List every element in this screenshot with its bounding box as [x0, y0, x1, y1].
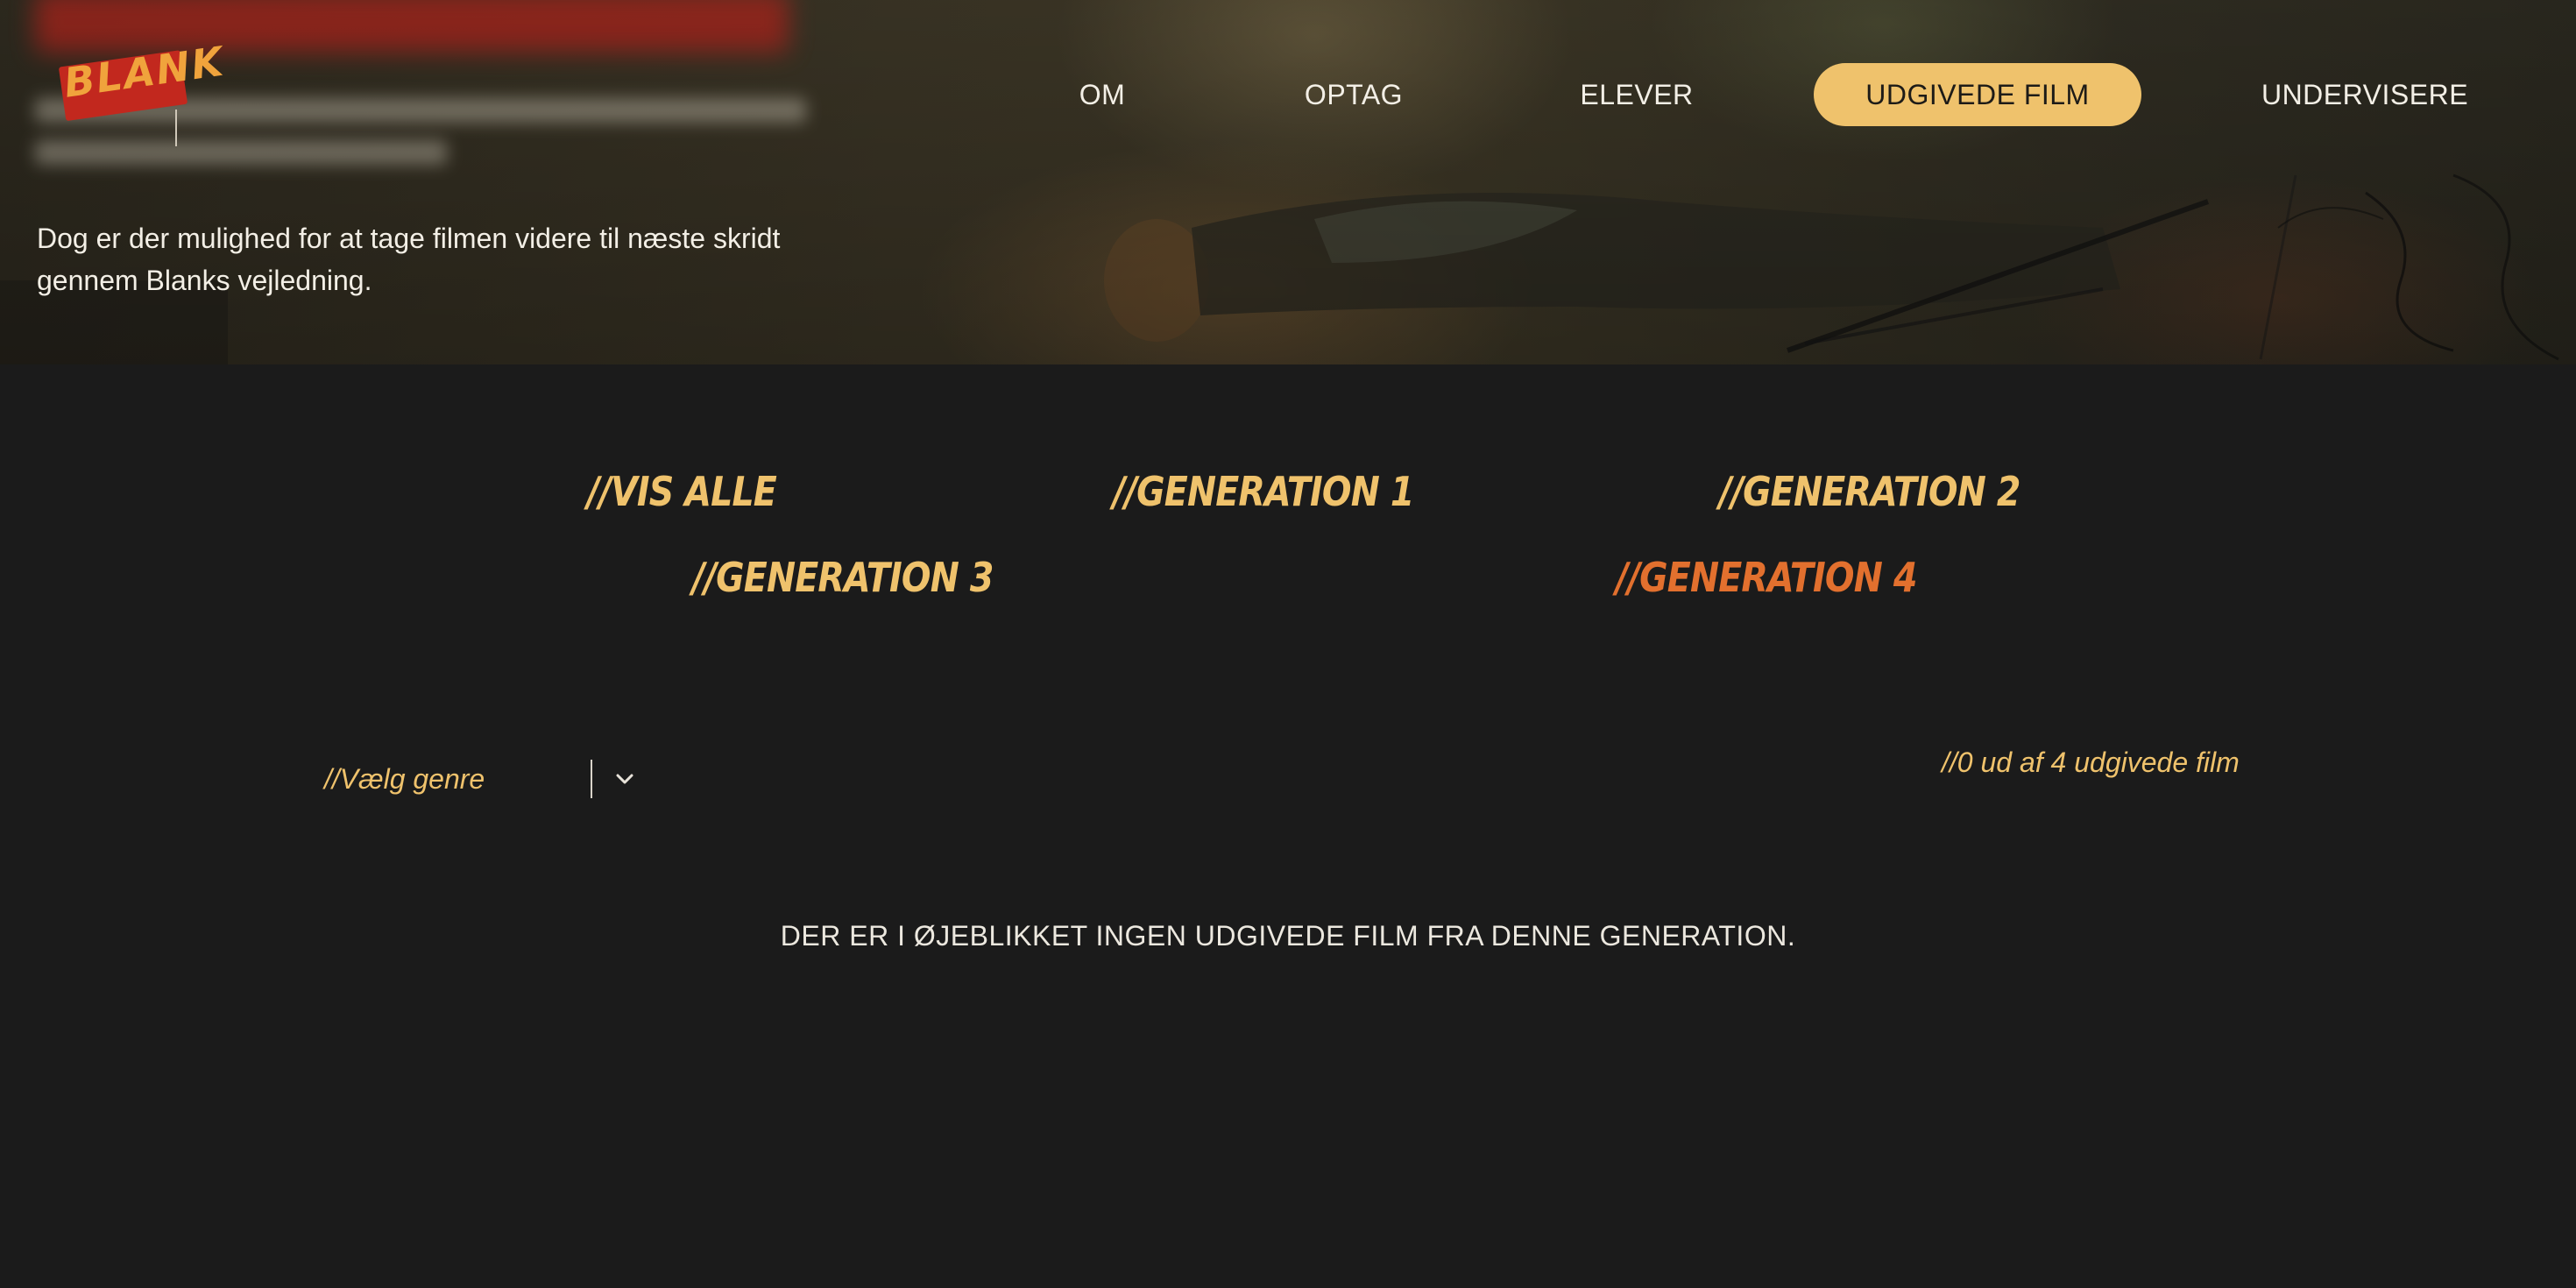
nav-item-om[interactable]: OM: [1051, 63, 1153, 126]
nav-item-undervisere[interactable]: UNDERVISERE: [2250, 63, 2480, 126]
nav-item-elever[interactable]: ELEVER: [1567, 63, 1707, 126]
hero-banner: Dog er der mulighed for at tage filmen v…: [0, 0, 2576, 364]
page: Dog er der mulighed for at tage filmen v…: [0, 0, 2576, 1288]
genre-select-label: //Vælg genre: [324, 762, 485, 795]
genre-select[interactable]: //Vælg genre: [324, 754, 640, 804]
nav-item-optag[interactable]: OPTAG: [1290, 63, 1418, 126]
gen-filter-generation-2[interactable]: //GENERATION 2: [1719, 468, 2020, 515]
blurred-headline: [35, 0, 789, 53]
gen-filter-vis-alle[interactable]: //VIS ALLE: [587, 468, 777, 515]
hero-background-image: [0, 173, 2559, 364]
film-count: //0 ud af 4 udgivede film: [1942, 747, 2240, 778]
gen-filter-generation-3[interactable]: //GENERATION 3: [692, 554, 994, 601]
gen-filter-generation-4[interactable]: //GENERATION 4: [1616, 554, 1917, 601]
main-nav: OM OPTAG ELEVER UDGIVEDE FILM UNDERVISER…: [0, 63, 2576, 126]
gen-filter-generation-1[interactable]: //GENERATION 1: [1113, 468, 1414, 515]
nav-item-udgivede-film[interactable]: UDGIVEDE FILM: [1814, 63, 2141, 126]
empty-state-message: DER ER I ØJEBLIKKET INGEN UDGIVEDE FILM …: [780, 920, 1796, 952]
blurred-text-line: [35, 140, 447, 165]
hero-description: Dog er der mulighed for at tage filmen v…: [37, 223, 781, 296]
genre-select-divider: [591, 760, 592, 798]
chevron-down-icon[interactable]: [612, 766, 638, 792]
